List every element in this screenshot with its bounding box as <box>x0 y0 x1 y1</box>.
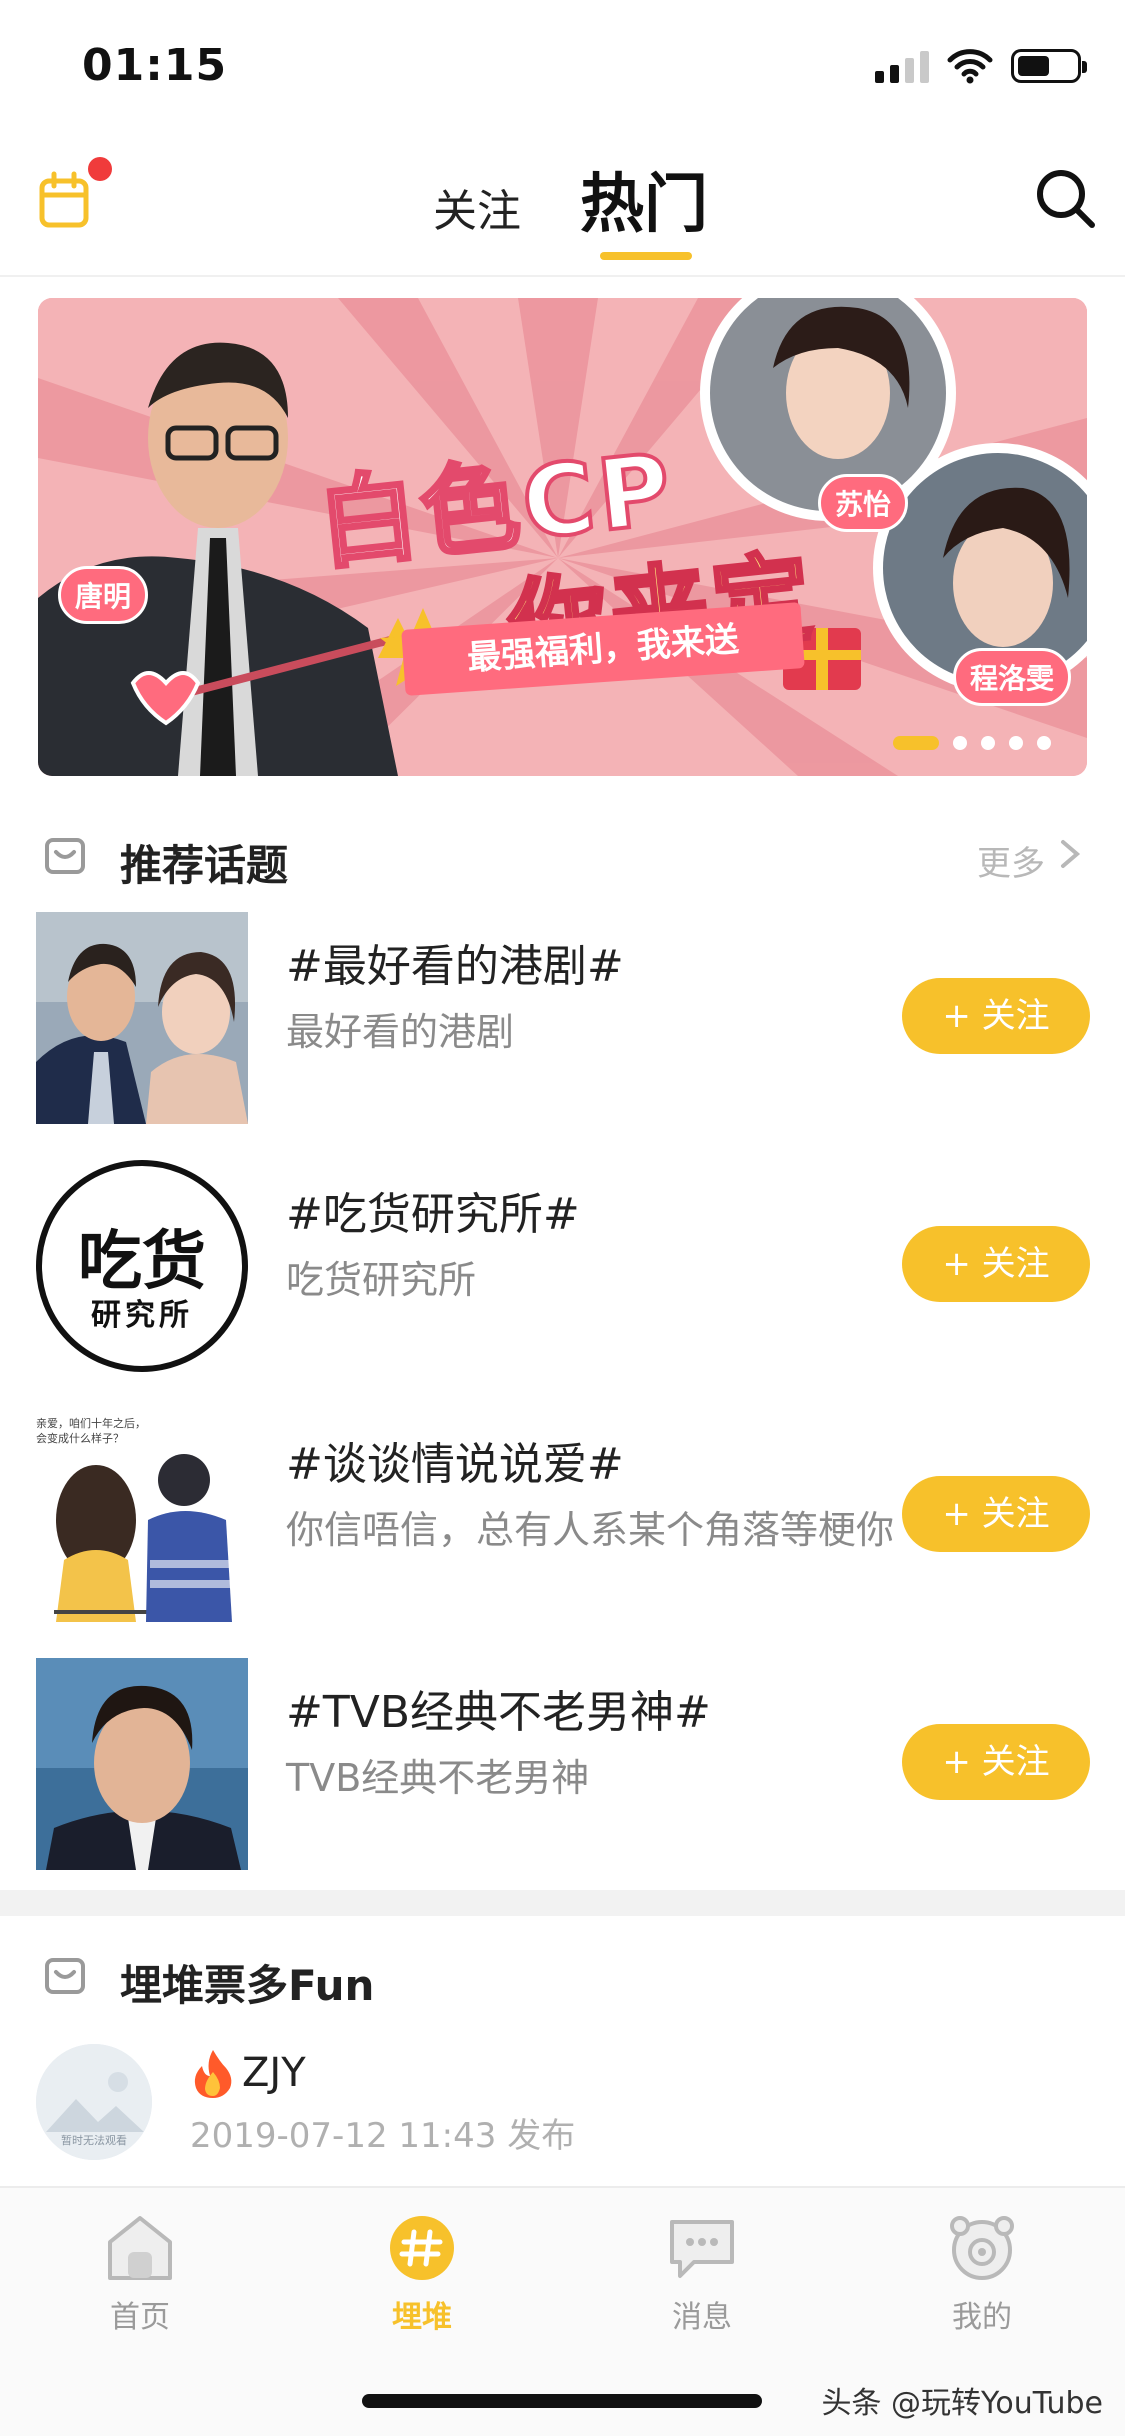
follow-button[interactable]: + 关注 <box>902 1724 1090 1800</box>
wifi-icon <box>947 49 993 84</box>
banner-name-tag: 程洛雯 <box>953 648 1072 706</box>
topic-thumbnail <box>36 1658 248 1870</box>
carousel-dot[interactable] <box>1037 736 1051 750</box>
post-username[interactable]: ZJY <box>190 2048 306 2098</box>
topic-item[interactable]: 吃货 研究所 #吃货研究所# 吃货研究所 + 关注 <box>0 1160 1125 1374</box>
topic-thumbnail: 吃货 研究所 <box>36 1160 248 1372</box>
topic-title: #谈谈情说说爱# <box>286 1439 624 1490</box>
home-indicator[interactable] <box>362 2394 762 2408</box>
tab-follow[interactable]: 关注 <box>433 175 521 239</box>
tab-home[interactable]: 首页 <box>50 2212 230 2336</box>
hashtag-icon <box>390 2216 454 2280</box>
carousel-dot[interactable] <box>981 736 995 750</box>
follow-button[interactable]: + 关注 <box>902 978 1090 1054</box>
watermark: 头条 @玩转YouTube <box>821 2386 1103 2421</box>
notification-dot <box>88 157 112 181</box>
topic-description: TVB经典不老男神 <box>286 1756 590 1800</box>
username-text: ZJY <box>242 2050 306 2096</box>
topic-item[interactable]: #最好看的港剧# 最好看的港剧 + 关注 <box>0 912 1125 1126</box>
post-timestamp: 2019-07-12 11:43 发布 <box>190 2116 576 2156</box>
topics-section-header: 推荐话题 更多 <box>0 812 1125 902</box>
section-title: 埋堆票多Fun <box>120 1961 375 2010</box>
carousel-dot[interactable] <box>893 736 939 750</box>
status-bar: 01:15 <box>0 0 1125 135</box>
avatar-caption: 暂时无法观看 <box>61 2134 127 2147</box>
follow-button[interactable]: + 关注 <box>902 1476 1090 1552</box>
fire-icon <box>194 2050 232 2098</box>
message-icon <box>670 2220 734 2278</box>
tab-label: 我的 <box>952 2300 1012 2335</box>
more-link[interactable]: 更多 <box>977 836 1045 885</box>
carousel-dot[interactable] <box>953 736 967 750</box>
topic-title: #TVB经典不老男神# <box>286 1687 711 1738</box>
banner-name-tag: 苏怡 <box>818 474 909 532</box>
status-icons <box>875 48 1087 84</box>
topic-title: #吃货研究所# <box>286 1189 580 1240</box>
logo-text-bottom: 研究所 <box>91 1298 193 1333</box>
tab-label: 首页 <box>110 2300 170 2335</box>
avatar[interactable]: 暂时无法观看 <box>36 2044 152 2160</box>
tab-messages[interactable]: 消息 <box>612 2212 792 2336</box>
section-icon <box>45 1958 85 1994</box>
topic-description: 吃货研究所 <box>286 1258 477 1302</box>
topic-item[interactable]: 亲爱，咱们十年之后，会变成什么样子？ #谈谈情说说爱# 你信唔信，总有人系某个角… <box>0 1410 1125 1624</box>
banner-name-tag: 唐明 <box>58 566 149 624</box>
post-section-header: 埋堆票多Fun <box>0 1932 1125 2022</box>
topic-thumbnail <box>36 912 248 1124</box>
search-icon[interactable] <box>1030 163 1100 233</box>
tab-profile[interactable]: 我的 <box>892 2212 1072 2336</box>
tab-label: 埋堆 <box>392 2300 452 2335</box>
tab-hot[interactable]: 热门 <box>580 153 708 245</box>
logo-text-top: 吃货 <box>78 1225 206 1299</box>
active-tab-indicator <box>600 252 692 260</box>
status-time: 01:15 <box>82 40 228 91</box>
follow-button[interactable]: + 关注 <box>902 1226 1090 1302</box>
carousel-dot[interactable] <box>1009 736 1023 750</box>
carousel-dots[interactable] <box>893 736 1051 750</box>
topic-description: 最好看的港剧 <box>286 1010 515 1054</box>
couple-illustration <box>54 1454 232 1622</box>
tab-label: 消息 <box>672 2300 732 2335</box>
profile-icon <box>950 2216 1014 2280</box>
signal-icon <box>875 49 929 83</box>
chevron-right-icon[interactable] <box>1055 834 1085 874</box>
topic-description: 你信唔信，总有人系某个角落等梗你 <box>286 1508 895 1552</box>
section-title: 推荐话题 <box>120 841 289 890</box>
section-divider <box>0 1890 1125 1916</box>
calendar-icon[interactable] <box>38 171 90 229</box>
battery-icon <box>1011 49 1087 83</box>
topic-item[interactable]: #TVB经典不老男神# TVB经典不老男神 + 关注 <box>0 1658 1125 1872</box>
topic-thumbnail: 亲爱，咱们十年之后，会变成什么样子？ <box>36 1410 248 1622</box>
tab-maidui[interactable]: 埋堆 <box>332 2212 512 2336</box>
home-icon <box>108 2216 172 2280</box>
topic-title: #最好看的港剧# <box>286 941 624 992</box>
promo-banner[interactable]: 白色CP 你来定 最强福利，我来送 唐明 苏怡 程洛雯 <box>38 298 1087 776</box>
section-icon <box>45 838 85 874</box>
top-navigation: 关注 热门 <box>0 135 1125 277</box>
